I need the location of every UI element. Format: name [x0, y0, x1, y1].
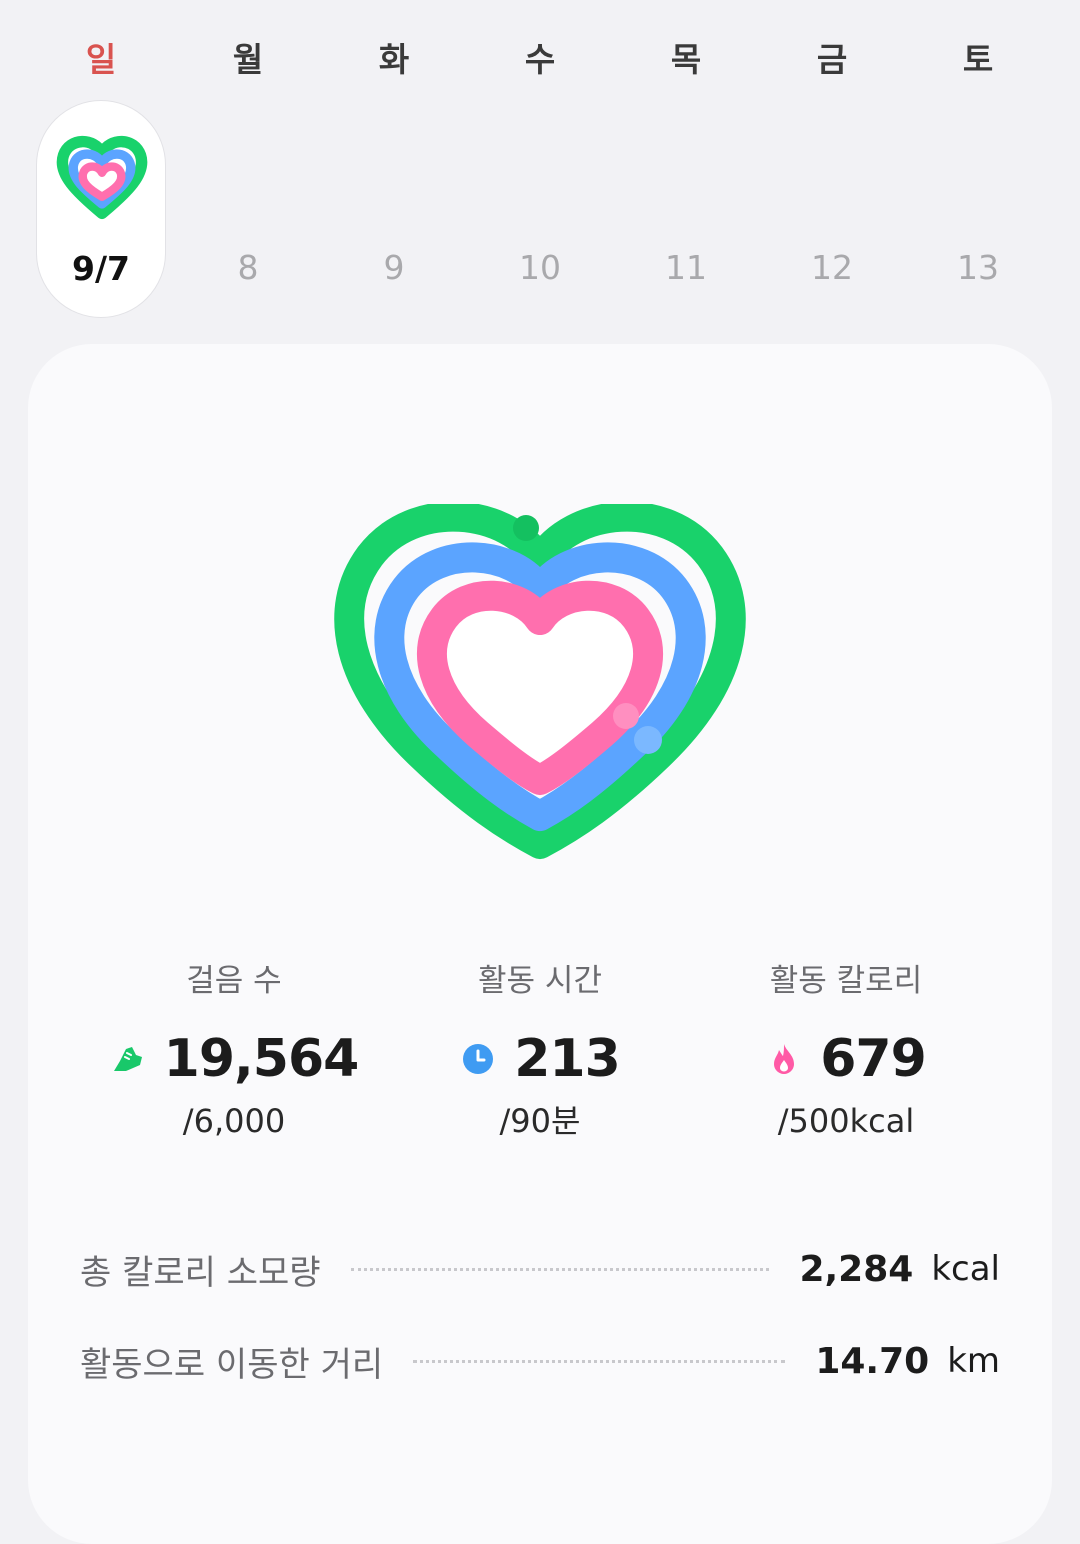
- date-label: 13: [957, 248, 999, 287]
- steps-value: 19,564: [163, 1029, 360, 1089]
- flame-icon: [774, 1044, 795, 1074]
- date-cell[interactable]: 9: [329, 100, 459, 318]
- date-cell[interactable]: 8: [183, 100, 313, 318]
- date-label: 9/7: [72, 249, 130, 288]
- weekday-fri: 금: [816, 40, 848, 79]
- date-cell[interactable]: 12: [767, 100, 897, 318]
- clock-icon: [463, 1044, 494, 1074]
- weekday-header: 일 월 화 수 목 금 토: [28, 30, 1052, 90]
- activity-card: 걸음 수 19,564 /6,000 활동 시간 213 /90분 활동 칼로리…: [28, 344, 1052, 1544]
- summary-unit: kcal: [931, 1249, 1000, 1289]
- summary-label: 활동으로 이동한 거리: [80, 1344, 384, 1385]
- steps-goal: /6,000: [182, 1102, 286, 1140]
- calories-value: 679: [820, 1029, 927, 1089]
- mini-activity-heart-icon: [56, 135, 148, 220]
- weekday-sun: 일: [85, 40, 117, 79]
- calories-stat[interactable]: 활동 칼로리 679 /500kcal: [696, 959, 996, 1143]
- stats-row: 걸음 수 19,564 /6,000 활동 시간 213 /90분 활동 칼로리…: [28, 959, 1052, 1149]
- date-cell-selected[interactable]: 9/7: [36, 100, 166, 318]
- activity-rings-heart: [334, 504, 746, 859]
- date-strip: 9/7 8 9 10 11 12 13: [28, 100, 1052, 322]
- active-time-value: 213: [514, 1029, 621, 1089]
- weekday-mon: 월: [232, 40, 264, 79]
- date-label: 9: [383, 248, 405, 287]
- summary-row-total-calories[interactable]: 총 칼로리 소모량 2,284 kcal: [80, 1241, 1000, 1297]
- summary-label: 총 칼로리 소모량: [80, 1252, 321, 1293]
- active-time-stat[interactable]: 활동 시간 213 /90분: [390, 959, 690, 1143]
- summary-unit: km: [947, 1341, 1000, 1381]
- active-time-ring-end: [634, 726, 662, 754]
- calories-goal: /500kcal: [777, 1102, 915, 1140]
- steps-ring-end: [513, 515, 539, 541]
- stat-label: 걸음 수: [186, 963, 282, 999]
- date-label: 11: [665, 248, 707, 287]
- dotted-leader: [350, 1267, 770, 1271]
- date-cell[interactable]: 11: [621, 100, 751, 318]
- summary-value: 14.70: [815, 1340, 930, 1382]
- weekday-wed: 수: [524, 40, 556, 79]
- dotted-leader: [413, 1359, 786, 1363]
- active-time-goal: /90분: [499, 1102, 581, 1140]
- calories-ring-end: [613, 703, 639, 729]
- weekday-sat: 토: [962, 40, 994, 79]
- stat-label: 활동 시간: [478, 963, 602, 999]
- weekday-thu: 목: [670, 40, 702, 79]
- summary-value: 2,284: [799, 1248, 914, 1290]
- date-cell[interactable]: 10: [475, 100, 605, 318]
- date-cell[interactable]: 13: [913, 100, 1043, 318]
- shoe-icon: [113, 1047, 142, 1071]
- date-label: 8: [237, 248, 259, 287]
- date-label: 12: [811, 248, 853, 287]
- steps-stat[interactable]: 걸음 수 19,564 /6,000: [84, 959, 384, 1143]
- stat-label: 활동 칼로리: [769, 963, 923, 999]
- weekday-tue: 화: [378, 40, 410, 79]
- summary-row-distance[interactable]: 활동으로 이동한 거리 14.70 km: [80, 1333, 1000, 1389]
- date-label: 10: [519, 248, 561, 287]
